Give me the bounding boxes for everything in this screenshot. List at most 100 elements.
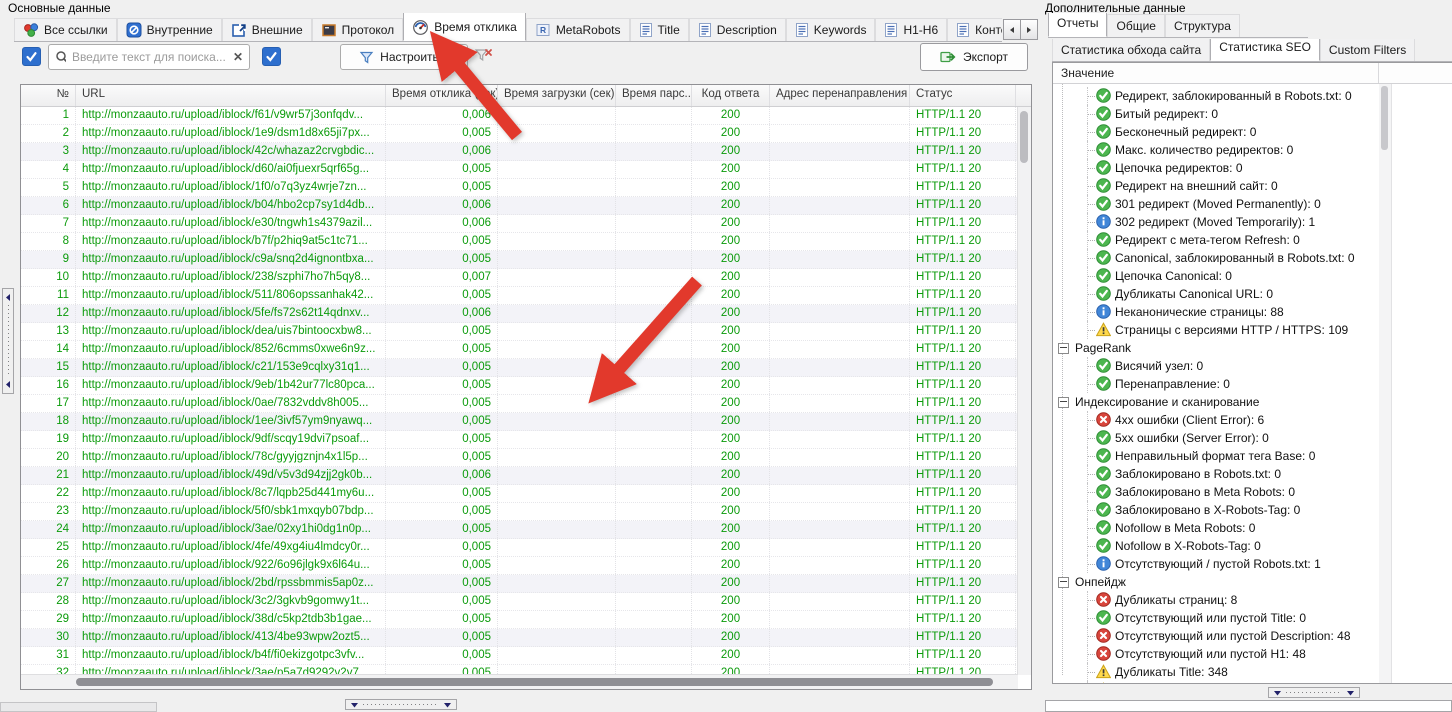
table-row[interactable]: 8http://monzaauto.ru/upload/iblock/b7f/p…	[21, 233, 1018, 251]
tab-content[interactable]: Контент	[947, 18, 1002, 41]
tree-item[interactable]: Отсутствующий / пустой Robots.txt: 1	[1053, 555, 1452, 573]
tree-item[interactable]: Макс. количество редиректов: 0	[1053, 141, 1452, 159]
table-row[interactable]: 28http://monzaauto.ru/upload/iblock/3c2/…	[21, 593, 1018, 611]
tree-item[interactable]: Цепочка Canonical: 0	[1053, 267, 1452, 285]
tab-general[interactable]: Общие	[1107, 14, 1164, 37]
tree-item[interactable]: Цепочка редиректов: 0	[1053, 159, 1452, 177]
table-row[interactable]: 19http://monzaauto.ru/upload/iblock/9df/…	[21, 431, 1018, 449]
tree-item[interactable]: Заблокировано в Meta Robots: 0	[1053, 483, 1452, 501]
tree-item[interactable]: Nofollow в X-Robots-Tag: 0	[1053, 537, 1452, 555]
tab-keywords[interactable]: Keywords	[786, 18, 876, 41]
table-vertical-scrollbar[interactable]	[1017, 107, 1031, 675]
column-header-load[interactable]: Время загрузки (сек)	[498, 85, 616, 106]
tree-item[interactable]: Бесконечный редирект: 0	[1053, 123, 1452, 141]
tab-metarobots[interactable]: RMetaRobots	[526, 18, 630, 41]
table-row[interactable]: 14http://monzaauto.ru/upload/iblock/852/…	[21, 341, 1018, 359]
tree-item[interactable]: Nofollow в Meta Robots: 0	[1053, 519, 1452, 537]
subtab-custom-filters[interactable]: Custom Filters	[1320, 39, 1415, 61]
tab-protocol[interactable]: Протокол	[312, 18, 404, 41]
tree-item[interactable]: Редирект, заблокированный в Robots.txt: …	[1053, 87, 1452, 105]
tree-item[interactable]: Редирект на внешний сайт: 0	[1053, 177, 1452, 195]
tab-all-links[interactable]: Все ссылки	[14, 18, 117, 41]
filter-enable-checkbox[interactable]	[262, 47, 281, 66]
tree-item[interactable]: Дубликаты Canonical URL: 0	[1053, 285, 1452, 303]
bottom-splitter-main[interactable]	[345, 699, 457, 710]
table-row[interactable]: 3http://monzaauto.ru/upload/iblock/42c/w…	[21, 143, 1018, 161]
tree-item[interactable]: Висячий узел: 0	[1053, 357, 1452, 375]
tab-internal[interactable]: Внутренние	[117, 18, 222, 41]
left-edge-splitter[interactable]	[2, 288, 14, 394]
column-header-response[interactable]: Время отклика (сек)	[386, 85, 498, 106]
tree-item[interactable]: 302 редирект (Moved Temporarily): 1	[1053, 213, 1452, 231]
tab-scroll-right-button[interactable]	[1020, 19, 1038, 40]
tab-reports[interactable]: Отчеты	[1048, 13, 1107, 37]
tree-item[interactable]: Перенаправление: 0	[1053, 375, 1452, 393]
bottom-splitter-side[interactable]	[1268, 687, 1360, 698]
tree-item[interactable]: Неправильный формат тега Base: 0	[1053, 447, 1452, 465]
tree-item[interactable]: Отсутствующий или пустой Title: 0	[1053, 609, 1452, 627]
clear-search-icon[interactable]: ✕	[233, 50, 243, 64]
table-row[interactable]: 2http://monzaauto.ru/upload/iblock/1e9/d…	[21, 125, 1018, 143]
tab-title[interactable]: Title	[630, 18, 689, 41]
table-row[interactable]: 23http://monzaauto.ru/upload/iblock/5f0/…	[21, 503, 1018, 521]
search-enable-checkbox[interactable]	[22, 47, 41, 66]
tree-group[interactable]: Онпейдж	[1053, 573, 1452, 591]
collapse-expander-icon[interactable]	[1058, 577, 1069, 588]
clear-filter-button[interactable]	[474, 47, 494, 69]
subtab-crawl-stats[interactable]: Статистика обхода сайта	[1052, 39, 1210, 61]
tree-item[interactable]: Отсутствующий или пустой H1: 48	[1053, 645, 1452, 663]
table-row[interactable]: 31http://monzaauto.ru/upload/iblock/b4f/…	[21, 647, 1018, 665]
table-row[interactable]: 24http://monzaauto.ru/upload/iblock/3ae/…	[21, 521, 1018, 539]
column-header-code[interactable]: Код ответа	[692, 85, 770, 106]
table-row[interactable]: 22http://monzaauto.ru/upload/iblock/8c7/…	[21, 485, 1018, 503]
table-row[interactable]: 12http://monzaauto.ru/upload/iblock/5fe/…	[21, 305, 1018, 323]
collapse-expander-icon[interactable]	[1058, 397, 1069, 408]
tree-item[interactable]: Заблокировано в Robots.txt: 0	[1053, 465, 1452, 483]
tree-item[interactable]: 5xx ошибки (Server Error): 0	[1053, 429, 1452, 447]
tree-header-value-column[interactable]: Значение	[1053, 63, 1379, 83]
tree-item[interactable]	[1053, 681, 1452, 684]
table-row[interactable]: 17http://monzaauto.ru/upload/iblock/0ae/…	[21, 395, 1018, 413]
table-row[interactable]: 21http://monzaauto.ru/upload/iblock/49d/…	[21, 467, 1018, 485]
table-row[interactable]: 9http://monzaauto.ru/upload/iblock/c9a/s…	[21, 251, 1018, 269]
tree-item[interactable]: Отсутствующий или пустой Description: 48	[1053, 627, 1452, 645]
tree-group[interactable]: Индексирование и сканирование	[1053, 393, 1452, 411]
column-header-url[interactable]: URL	[76, 85, 386, 106]
search-input[interactable]	[70, 49, 229, 65]
scrollbar-thumb[interactable]	[1020, 111, 1028, 163]
tab-h1-h6[interactable]: H1-H6	[875, 18, 947, 41]
table-row[interactable]: 25http://monzaauto.ru/upload/iblock/4fe/…	[21, 539, 1018, 557]
table-row[interactable]: 4http://monzaauto.ru/upload/iblock/d60/a…	[21, 161, 1018, 179]
table-horizontal-scrollbar[interactable]	[21, 674, 1018, 689]
table-row[interactable]: 15http://monzaauto.ru/upload/iblock/c21/…	[21, 359, 1018, 377]
tree-item[interactable]: Дубликаты Title: 348	[1053, 663, 1452, 681]
tab-external[interactable]: Внешние	[222, 18, 312, 41]
configure-filter-button[interactable]: Настроить...	[340, 44, 468, 70]
subtab-seo-stats[interactable]: Статистика SEO	[1210, 39, 1320, 61]
tree-item[interactable]: Редирект с мета-тегом Refresh: 0	[1053, 231, 1452, 249]
scrollbar-thumb[interactable]	[76, 678, 993, 686]
table-row[interactable]: 20http://monzaauto.ru/upload/iblock/78c/…	[21, 449, 1018, 467]
collapse-expander-icon[interactable]	[1058, 343, 1069, 354]
table-row[interactable]: 18http://monzaauto.ru/upload/iblock/1ee/…	[21, 413, 1018, 431]
table-row[interactable]: 5http://monzaauto.ru/upload/iblock/1f0/o…	[21, 179, 1018, 197]
column-header-n[interactable]: №	[21, 85, 76, 106]
table-row[interactable]: 27http://monzaauto.ru/upload/iblock/2bd/…	[21, 575, 1018, 593]
tab-structure[interactable]: Структура	[1165, 14, 1240, 37]
table-row[interactable]: 11http://monzaauto.ru/upload/iblock/511/…	[21, 287, 1018, 305]
tab-scroll-left-button[interactable]	[1003, 19, 1021, 40]
tree-item[interactable]: Неканонические страницы: 88	[1053, 303, 1452, 321]
table-row[interactable]: 29http://monzaauto.ru/upload/iblock/38d/…	[21, 611, 1018, 629]
tree-item[interactable]: Заблокировано в X-Robots-Tag: 0	[1053, 501, 1452, 519]
table-row[interactable]: 6http://monzaauto.ru/upload/iblock/b04/h…	[21, 197, 1018, 215]
column-header-status[interactable]: Статус	[910, 85, 1016, 106]
tab-response-time[interactable]: Время отклика	[403, 13, 526, 41]
scrollbar-thumb[interactable]	[1381, 86, 1388, 150]
table-row[interactable]: 16http://monzaauto.ru/upload/iblock/9eb/…	[21, 377, 1018, 395]
tree-group[interactable]: PageRank	[1053, 339, 1452, 357]
tree-item[interactable]: 4xx ошибки (Client Error): 6	[1053, 411, 1452, 429]
tree-vertical-scrollbar[interactable]	[1379, 84, 1392, 683]
table-row[interactable]: 7http://monzaauto.ru/upload/iblock/e30/t…	[21, 215, 1018, 233]
tab-description[interactable]: Description	[689, 18, 786, 41]
tree-item[interactable]: Битый редирект: 0	[1053, 105, 1452, 123]
